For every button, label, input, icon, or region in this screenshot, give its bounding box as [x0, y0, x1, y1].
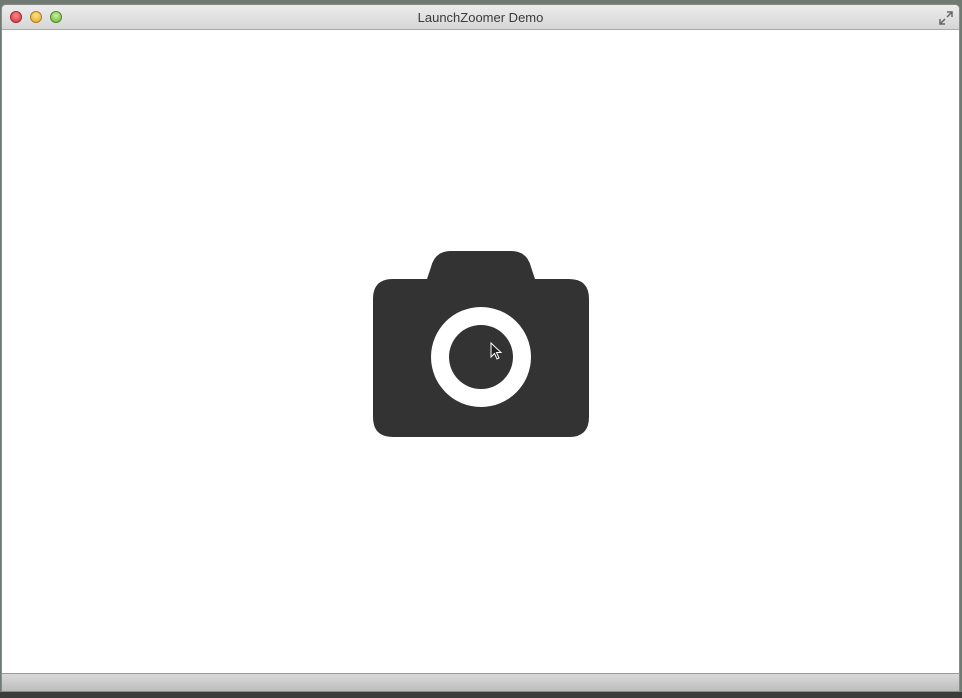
camera-icon[interactable] — [373, 249, 589, 437]
title-bar[interactable]: LaunchZoomer Demo — [2, 5, 959, 30]
mouse-cursor-icon — [490, 342, 503, 360]
app-window: LaunchZoomer Demo — [1, 4, 960, 692]
window-bottom-bar — [2, 673, 959, 691]
content-area — [2, 30, 959, 673]
fullscreen-icon[interactable] — [939, 11, 953, 25]
window-title: LaunchZoomer Demo — [417, 10, 544, 25]
desktop-background-strip — [0, 692, 962, 698]
